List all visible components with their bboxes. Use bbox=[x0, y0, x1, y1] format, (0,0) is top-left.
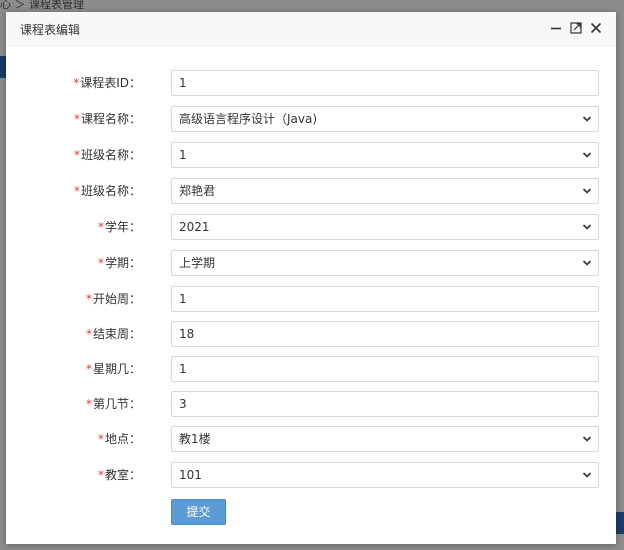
semester-select[interactable]: 上学期 bbox=[171, 250, 599, 276]
field-label: *地点： bbox=[6, 426, 141, 452]
field-label-text: 星期几： bbox=[92, 362, 141, 376]
teacher-name-value: 郑艳君 bbox=[179, 184, 216, 198]
field-label-text: 学期： bbox=[104, 256, 141, 270]
weekday-field bbox=[171, 356, 599, 382]
maximize-icon[interactable] bbox=[568, 20, 584, 36]
course-name-select[interactable]: 高级语言程序设计（Java) bbox=[171, 106, 599, 132]
class-name-value: 1 bbox=[179, 148, 187, 162]
dialog-header: 课程表编辑 bbox=[6, 12, 616, 46]
submit-button[interactable]: 提交 bbox=[171, 499, 226, 525]
field-label: *学年： bbox=[6, 214, 141, 240]
location-select[interactable]: 教1楼 bbox=[171, 426, 599, 452]
field-label-text: 开始周： bbox=[92, 292, 141, 306]
field-label: *班级名称： bbox=[6, 178, 141, 204]
end-week-field bbox=[171, 321, 599, 347]
required-mark: * bbox=[73, 112, 80, 126]
field-label: *开始周： bbox=[6, 286, 141, 312]
teacher-name-select[interactable]: 郑艳君 bbox=[171, 178, 599, 204]
form-row-end-week: *结束周： bbox=[6, 321, 616, 347]
field-label: *星期几： bbox=[6, 356, 141, 382]
field-label-text: 学年： bbox=[104, 220, 141, 234]
required-mark: * bbox=[97, 468, 104, 482]
dialog-title: 课程表编辑 bbox=[20, 23, 81, 37]
period-field bbox=[171, 391, 599, 417]
required-mark: * bbox=[97, 220, 104, 234]
form-row-semester: *学期： 上学期 bbox=[6, 250, 616, 276]
school-year-select[interactable]: 2021 bbox=[171, 214, 599, 240]
field-label: *课程名称： bbox=[6, 106, 141, 132]
form-row-period: *第几节： bbox=[6, 391, 616, 417]
required-mark: * bbox=[85, 362, 92, 376]
chevron-down-icon bbox=[582, 260, 592, 266]
field-label: *教室： bbox=[6, 462, 141, 488]
form-row-location: *地点： 教1楼 bbox=[6, 426, 616, 452]
chevron-down-icon bbox=[582, 436, 592, 442]
required-mark: * bbox=[73, 148, 80, 162]
schedule-id-input[interactable] bbox=[172, 71, 579, 95]
required-mark: * bbox=[97, 256, 104, 270]
required-mark: * bbox=[73, 184, 80, 198]
chevron-down-icon bbox=[582, 152, 592, 158]
required-mark: * bbox=[85, 327, 92, 341]
schedule-id-field bbox=[171, 70, 599, 96]
field-label: *课程表ID： bbox=[6, 70, 141, 96]
semester-value: 上学期 bbox=[179, 256, 216, 270]
minimize-icon[interactable] bbox=[548, 20, 564, 36]
close-icon[interactable] bbox=[588, 20, 604, 36]
course-name-value: 高级语言程序设计（Java) bbox=[179, 112, 318, 126]
form-row-class-name: *班级名称： 1 bbox=[6, 142, 616, 168]
field-label-text: 教室： bbox=[104, 468, 141, 482]
school-year-value: 2021 bbox=[179, 220, 210, 234]
field-label-text: 班级名称： bbox=[80, 148, 141, 162]
end-week-input[interactable] bbox=[172, 322, 579, 346]
location-value: 教1楼 bbox=[179, 432, 211, 446]
form-row-course-name: *课程名称： 高级语言程序设计（Java) bbox=[6, 106, 616, 132]
form-row-weekday: *星期几： bbox=[6, 356, 616, 382]
field-label: *班级名称： bbox=[6, 142, 141, 168]
field-label-text: 课程名称： bbox=[80, 112, 141, 126]
required-mark: * bbox=[73, 76, 80, 90]
field-label: *第几节： bbox=[6, 391, 141, 417]
weekday-input[interactable] bbox=[172, 357, 579, 381]
field-label-text: 班级名称： bbox=[80, 184, 141, 198]
required-mark: * bbox=[85, 397, 92, 411]
chevron-down-icon bbox=[582, 116, 592, 122]
start-week-field bbox=[171, 286, 599, 312]
form-row-classroom: *教室： 101 bbox=[6, 462, 616, 488]
classroom-value: 101 bbox=[179, 468, 202, 482]
field-label-text: 第几节： bbox=[92, 397, 141, 411]
start-week-input[interactable] bbox=[172, 287, 579, 311]
field-label: *学期： bbox=[6, 250, 141, 276]
field-label-text: 结束周： bbox=[92, 327, 141, 341]
chevron-down-icon bbox=[582, 188, 592, 194]
field-label: *结束周： bbox=[6, 321, 141, 347]
required-mark: * bbox=[97, 432, 104, 446]
required-mark: * bbox=[85, 292, 92, 306]
form-row-school-year: *学年： 2021 bbox=[6, 214, 616, 240]
field-label-text: 地点： bbox=[104, 432, 141, 446]
classroom-select[interactable]: 101 bbox=[171, 462, 599, 488]
class-name-select[interactable]: 1 bbox=[171, 142, 599, 168]
period-input[interactable] bbox=[172, 392, 579, 416]
form-row-schedule-id: *课程表ID： bbox=[6, 70, 616, 96]
edit-dialog: 课程表编辑 *课程表ID： *课程名称： 高级语言程序设计（Jav bbox=[6, 12, 616, 544]
chevron-down-icon bbox=[582, 224, 592, 230]
form-row-start-week: *开始周： bbox=[6, 286, 616, 312]
form-row-teacher-name: *班级名称： 郑艳君 bbox=[6, 178, 616, 204]
field-label-text: 课程表ID： bbox=[80, 76, 141, 90]
chevron-down-icon bbox=[582, 472, 592, 478]
